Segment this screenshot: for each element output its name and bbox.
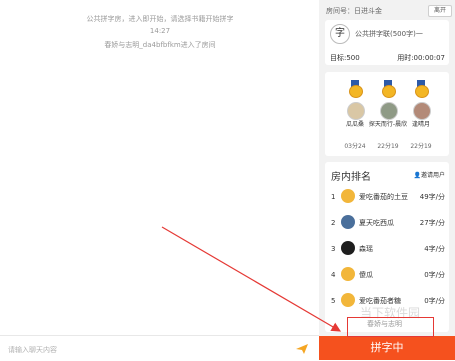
annotation-arrow <box>161 226 342 332</box>
